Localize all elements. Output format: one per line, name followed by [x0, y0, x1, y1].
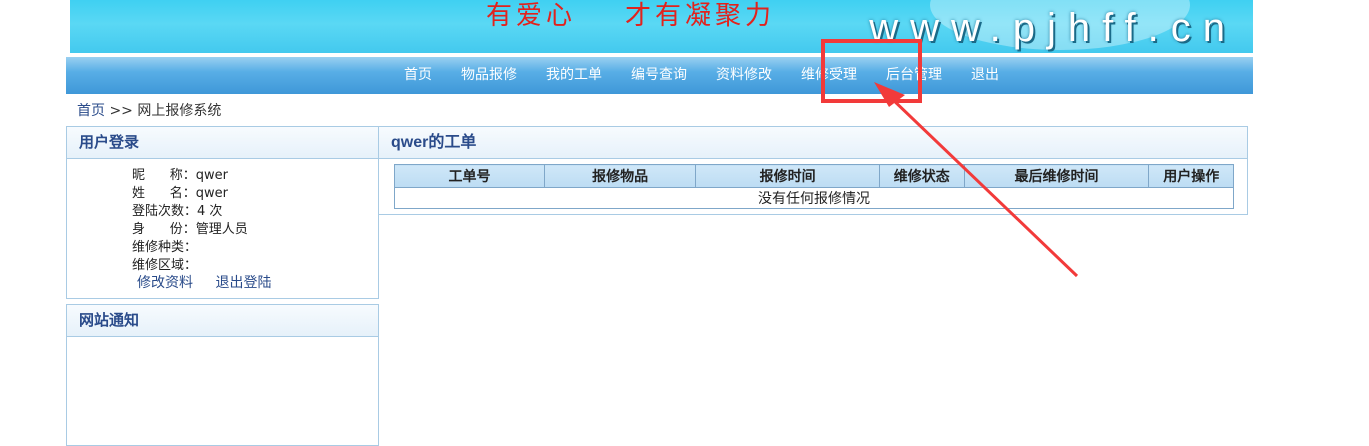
arrow-shaft	[888, 95, 1079, 278]
arrow-head	[874, 82, 905, 107]
annotation-arrow-icon	[874, 82, 1079, 278]
